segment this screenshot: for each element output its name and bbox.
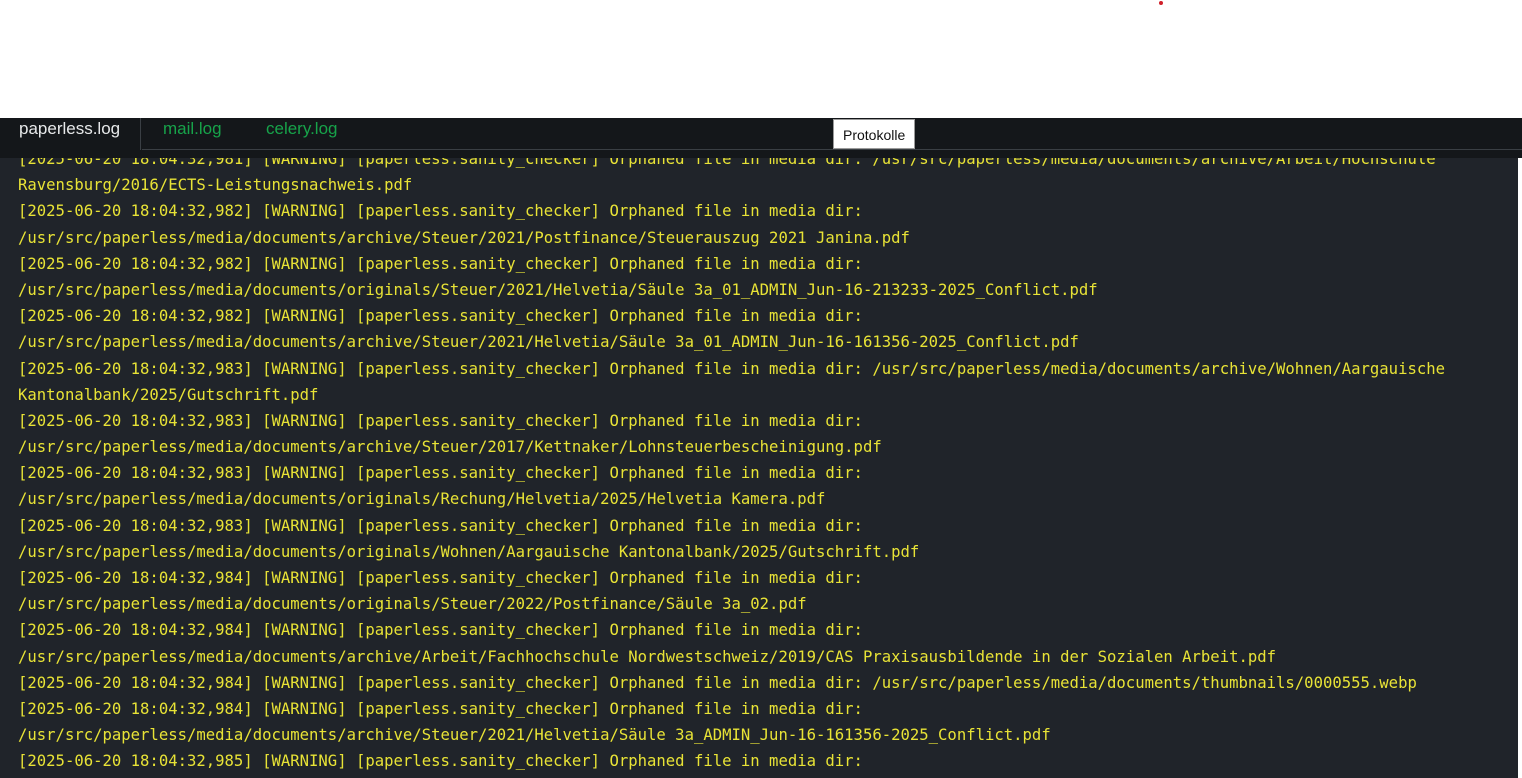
tab-celery-log[interactable]: celery.log xyxy=(266,118,338,151)
log-line: [2025-06-20 18:04:32,983] [WARNING] [pap… xyxy=(18,464,863,483)
log-line: Kantonalbank/2025/Gutschrift.pdf xyxy=(18,385,319,404)
log-line: [2025-06-20 18:04:32,985] [WARNING] [pap… xyxy=(18,752,863,771)
scrollbar[interactable] xyxy=(1518,158,1522,778)
log-line: [2025-06-20 18:04:32,982] [WARNING] [pap… xyxy=(18,307,863,326)
log-content: [2025-06-20 18:04:32,981] [WARNING] [pap… xyxy=(18,158,1513,775)
log-line: [2025-06-20 18:04:32,984] [WARNING] [pap… xyxy=(18,621,863,640)
log-line: /usr/src/paperless/media/documents/origi… xyxy=(18,542,920,561)
log-line: [2025-06-20 18:04:32,983] [WARNING] [pap… xyxy=(18,359,1446,378)
log-line: /usr/src/paperless/media/documents/origi… xyxy=(18,595,807,614)
log-viewer[interactable]: [2025-06-20 18:04:32,981] [WARNING] [pap… xyxy=(0,158,1518,778)
log-line: /usr/src/paperless/media/documents/archi… xyxy=(18,228,910,247)
log-line: /usr/src/paperless/media/documents/archi… xyxy=(18,647,1277,666)
log-line: Ravensburg/2016/ECTS-Leistungsnachweis.p… xyxy=(18,176,413,195)
log-line: [2025-06-20 18:04:32,984] [WARNING] [pap… xyxy=(18,699,863,718)
tooltip: Protokolle xyxy=(833,119,916,149)
log-line: /usr/src/paperless/media/documents/archi… xyxy=(18,726,1051,745)
log-line: [2025-06-20 18:04:32,984] [WARNING] [pap… xyxy=(18,569,863,587)
log-line: [2025-06-20 18:04:32,982] [WARNING] [pap… xyxy=(18,254,863,273)
tab-paperless-log[interactable]: paperless.log xyxy=(0,118,141,150)
log-line: [2025-06-20 18:04:32,984] [WARNING] [pap… xyxy=(18,673,1417,692)
status-dot xyxy=(1159,1,1163,5)
log-line: [2025-06-20 18:04:32,981] [WARNING] [pap… xyxy=(18,158,1436,168)
log-line: /usr/src/paperless/media/documents/origi… xyxy=(18,280,1098,299)
tab-mail-log[interactable]: mail.log xyxy=(163,118,222,151)
log-line: /usr/src/paperless/media/documents/archi… xyxy=(18,333,1079,352)
log-line: /usr/src/paperless/media/documents/archi… xyxy=(18,438,882,457)
log-line: /usr/src/paperless/media/documents/origi… xyxy=(18,490,826,509)
log-line: [2025-06-20 18:04:32,982] [WARNING] [pap… xyxy=(18,202,863,221)
page-header-area xyxy=(0,0,1522,118)
log-line: [2025-06-20 18:04:32,983] [WARNING] [pap… xyxy=(18,516,863,535)
tab-bar-divider xyxy=(142,149,1522,150)
log-tab-bar: paperless.log mail.log celery.log xyxy=(0,118,1522,158)
log-line: [2025-06-20 18:04:32,983] [WARNING] [pap… xyxy=(18,411,863,430)
